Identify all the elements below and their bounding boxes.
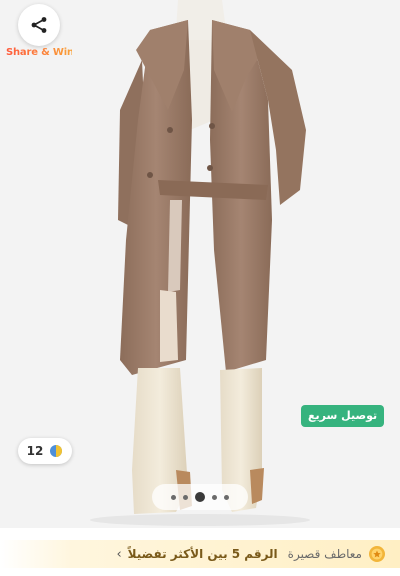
bestseller-ranking-row[interactable]: ‹ الرقم 5 بين الأكثر تفضيلاً معاطف قصيرة [0,540,400,568]
ranking-bar: ‹ الرقم 5 بين الأكثر تفضيلاً معاطف قصيرة [0,528,400,576]
product-detail-screen: Share & Win توصيل سريع 12 ‹ الرقم 5 بين … [0,0,400,576]
chevron-left-icon: ‹ [116,546,122,562]
carousel-dot[interactable] [183,494,188,500]
photo-count-pill[interactable]: 12 [18,438,72,464]
image-carousel-dots[interactable] [152,484,248,510]
carousel-dot-active[interactable] [195,492,205,502]
photo-count: 12 [26,444,44,458]
share-button[interactable] [18,4,60,46]
color-swatch-icon [50,445,63,457]
carousel-dot[interactable] [224,494,229,500]
medal-icon [369,546,385,562]
ranking-text: الرقم 5 بين الأكثر تفضيلاً [127,547,278,561]
ranking-category: معاطف قصيرة [287,547,362,561]
share-icon [31,17,47,33]
carousel-dot[interactable] [171,494,176,500]
share-label: Share & Win [6,47,74,58]
express-delivery-badge: توصيل سريع [301,405,385,427]
carousel-dot[interactable] [212,494,217,500]
share-and-win[interactable]: Share & Win [6,4,74,60]
